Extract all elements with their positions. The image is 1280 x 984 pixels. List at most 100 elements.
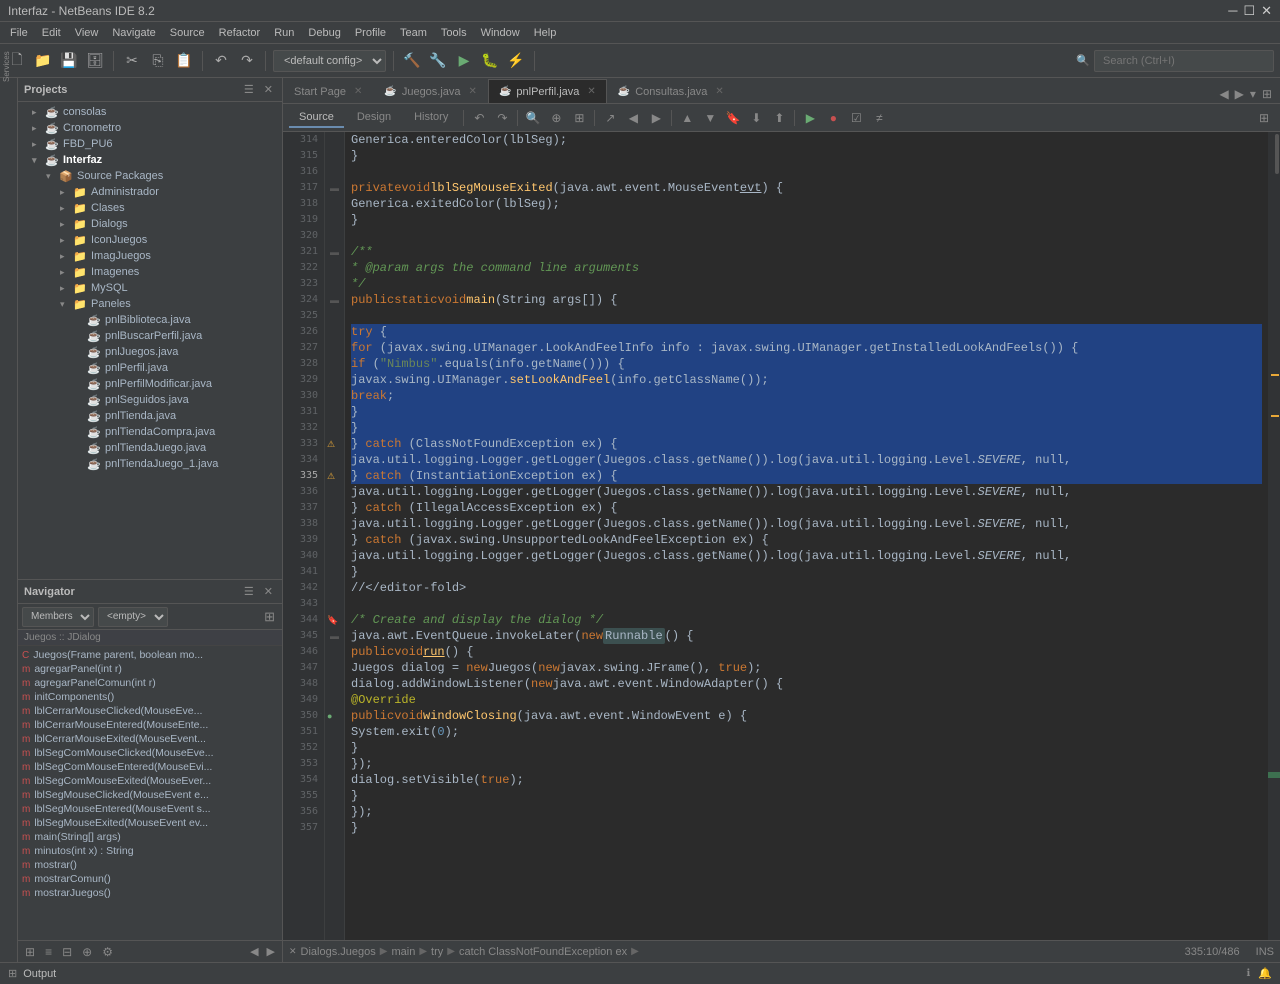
et-run-btn[interactable]: ▶ [800, 108, 820, 128]
tree-item-imagenes[interactable]: ▸ 📁 Imagenes [18, 264, 282, 280]
tree-item-pnlperfil[interactable]: ▸ ☕ pnlPerfil.java [18, 360, 282, 376]
fg-324[interactable]: ▬ [325, 292, 344, 308]
nav-item-lbl-cerrar-clicked[interactable]: m lblCerrarMouseClicked(MouseEve... [18, 704, 282, 718]
et-prevbookmark-btn[interactable]: ⬆ [769, 108, 789, 128]
breadcrumb-catch[interactable]: catch ClassNotFoundException ex [459, 946, 627, 958]
tab-start-page-close[interactable]: ✕ [354, 86, 362, 97]
clean-build-btn[interactable]: 🔧 [427, 50, 449, 72]
nav-item-minutos[interactable]: m minutos(int x) : String [18, 844, 282, 858]
config-select[interactable]: <default config> [273, 50, 386, 72]
code-content[interactable]: Generica.enteredColor(lblSeg); } private… [345, 132, 1268, 940]
nav-item-lbl-seg-com-exited[interactable]: m lblSegComMouseExited(MouseEver... [18, 774, 282, 788]
projects-panel-close[interactable]: ✕ [261, 82, 276, 97]
et-nextoccurrence-btn[interactable]: ▼ [700, 108, 720, 128]
etab-history[interactable]: History [404, 108, 458, 128]
tab-scroll-left[interactable]: ◀ [1217, 85, 1230, 103]
tree-item-fbd[interactable]: ▸ ☕ FBD_PU6 [18, 136, 282, 152]
navigator-panel-menu[interactable]: ☰ [241, 584, 257, 599]
tree-item-pnltiendajuego[interactable]: ▸ ☕ pnlTiendaJuego.java [18, 440, 282, 456]
scroll-thumb[interactable] [1275, 134, 1279, 174]
tree-item-dialogs[interactable]: ▸ 📁 Dialogs [18, 216, 282, 232]
tree-item-imagjuegos[interactable]: ▸ 📁 ImagJuegos [18, 248, 282, 264]
tree-item-pnlbiblioteca[interactable]: ▸ ☕ pnlBiblioteca.java [18, 312, 282, 328]
projects-sidebar-icon[interactable]: Services [2, 82, 16, 102]
et-goto-btn[interactable]: ↗ [600, 108, 620, 128]
save-all-btn[interactable]: 🗄 [84, 50, 106, 72]
fg-321[interactable]: ▬ [325, 244, 344, 260]
open-project-btn[interactable]: 📁 [32, 50, 54, 72]
nav-item-lbl-seg-exited[interactable]: m lblSegMouseExited(MouseEvent ev... [18, 816, 282, 830]
nav-item-lbl-seg-com-entered[interactable]: m lblSegComMouseEntered(MouseEvi... [18, 760, 282, 774]
fg-345[interactable]: ▬ [325, 628, 344, 644]
menu-team[interactable]: Team [394, 25, 433, 41]
nav-item-lbl-seg-entered[interactable]: m lblSegMouseEntered(MouseEvent s... [18, 802, 282, 816]
menu-help[interactable]: Help [528, 25, 563, 41]
menu-tools[interactable]: Tools [435, 25, 473, 41]
et-redo-btn[interactable]: ↷ [492, 108, 512, 128]
nav-item-agregar-panel[interactable]: m agregarPanel(int r) [18, 662, 282, 676]
undo-btn[interactable]: ↶ [210, 50, 232, 72]
tab-scroll-right[interactable]: ▶ [1233, 85, 1246, 103]
menu-source[interactable]: Source [164, 25, 211, 41]
tree-item-pnltiendacompra[interactable]: ▸ ☕ pnlTiendaCompra.java [18, 424, 282, 440]
save-btn[interactable]: 💾 [58, 50, 80, 72]
tree-item-clases[interactable]: ▸ 📁 Clases [18, 200, 282, 216]
nav-item-agregar-panel-comun[interactable]: m agregarPanelComun(int r) [18, 676, 282, 690]
etab-design[interactable]: Design [347, 108, 401, 128]
tab-start-page[interactable]: Start Page ✕ [283, 79, 373, 103]
nav-filter2-select[interactable]: <empty> [98, 607, 168, 627]
breadcrumb-dialogs[interactable]: Dialogs.Juegos [301, 946, 376, 958]
et-find-btn[interactable]: ⊕ [546, 108, 566, 128]
tree-item-source-packages[interactable]: ▾ 📦 Source Packages [18, 168, 282, 184]
paste-btn[interactable]: 📋 [173, 50, 195, 72]
output-info-btn[interactable]: ℹ [1242, 967, 1254, 980]
nav-item-main[interactable]: m main(String[] args) [18, 830, 282, 844]
cut-btn[interactable]: ✂ [121, 50, 143, 72]
debug-btn[interactable]: 🐛 [479, 50, 501, 72]
menu-view[interactable]: View [69, 25, 105, 41]
etab-source[interactable]: Source [289, 108, 344, 128]
menu-debug[interactable]: Debug [302, 25, 346, 41]
nav-prev-btn[interactable]: ◀ [247, 944, 261, 959]
tab-list-btn[interactable]: ▾ [1248, 85, 1258, 103]
run-btn[interactable]: ▶ [453, 50, 475, 72]
breadcrumb-try[interactable]: try [431, 946, 443, 958]
et-nextchange-btn[interactable]: ▶ [646, 108, 666, 128]
nav-item-lbl-seg-clicked[interactable]: m lblSegMouseClicked(MouseEvent e... [18, 788, 282, 802]
minimize-btn[interactable]: ─ [1228, 3, 1237, 19]
profile-run-btn[interactable]: ⚡ [505, 50, 527, 72]
et-toggle-btn[interactable]: 🔍 [523, 108, 543, 128]
menu-refactor[interactable]: Refactor [213, 25, 267, 41]
search-input[interactable] [1094, 50, 1274, 72]
tree-item-mysql[interactable]: ▸ 📁 MySQL [18, 280, 282, 296]
et-undo-btn[interactable]: ↶ [469, 108, 489, 128]
menu-navigate[interactable]: Navigate [106, 25, 161, 41]
menu-edit[interactable]: Edit [36, 25, 67, 41]
menu-file[interactable]: File [4, 25, 34, 41]
et-nextbookmark-btn[interactable]: ⬇ [746, 108, 766, 128]
tab-consultas-java[interactable]: ☕ Consultas.java ✕ [607, 79, 735, 103]
nav-expand-btn[interactable]: ⊞ [22, 944, 38, 960]
et-replace-btn[interactable]: ⊞ [569, 108, 589, 128]
tree-item-interfaz[interactable]: ▾ ☕ Interfaz [18, 152, 282, 168]
et-prevoccurrence-btn[interactable]: ▲ [677, 108, 697, 128]
nav-item-init-components[interactable]: m initComponents() [18, 690, 282, 704]
tree-item-pnlbuscarperfil[interactable]: ▸ ☕ pnlBuscarPerfil.java [18, 328, 282, 344]
nav-item-mostrar-comun[interactable]: m mostrarComun() [18, 872, 282, 886]
tab-consultas-close[interactable]: ✕ [715, 86, 723, 97]
breadcrumb-main[interactable]: main [391, 946, 415, 958]
tab-pnlperfil-java[interactable]: ☕ pnlPerfil.java ✕ [488, 79, 607, 103]
tree-item-pnlperfilmodificar[interactable]: ▸ ☕ pnlPerfilModificar.java [18, 376, 282, 392]
et-expand-btn[interactable]: ⊞ [1254, 108, 1274, 128]
nav-item-constructor[interactable]: C Juegos(Frame parent, boolean mo... [18, 648, 282, 662]
nav-item-lbl-cerrar-exited[interactable]: m lblCerrarMouseExited(MouseEvent... [18, 732, 282, 746]
tab-maximize-btn[interactable]: ⊞ [1260, 85, 1274, 103]
nav-filter-btn[interactable]: ⊕ [79, 944, 95, 960]
close-breadcrumb-btn[interactable]: ✕ [289, 946, 297, 957]
redo-btn[interactable]: ↷ [236, 50, 258, 72]
window-controls[interactable]: ─ ☐ ✕ [1228, 3, 1272, 19]
projects-panel-menu[interactable]: ☰ [241, 82, 257, 97]
fg-317[interactable]: ▬ [325, 180, 344, 196]
navigator-panel-close[interactable]: ✕ [261, 584, 276, 599]
copy-btn[interactable]: ⎘ [147, 50, 169, 72]
